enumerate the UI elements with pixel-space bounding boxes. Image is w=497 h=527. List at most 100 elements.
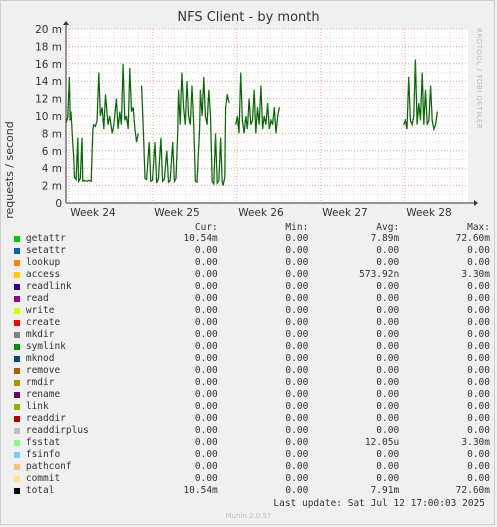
legend-min-readdir: 0.00	[285, 413, 309, 424]
y-tick-label: 18 m	[35, 41, 62, 53]
legend-header-cur: Cur:	[194, 222, 218, 233]
legend-swatch-setattr	[14, 247, 20, 254]
legend-max-symlink: 0.00	[467, 341, 490, 352]
legend-swatch-read	[14, 295, 20, 302]
legend-min-getattr: 0.00	[285, 233, 309, 244]
legend-swatch-mknod	[14, 355, 20, 362]
y-tick-label: 2 m	[42, 181, 62, 193]
legend-max-rmdir: 0.00	[467, 377, 490, 388]
legend-min-access: 0.00	[285, 269, 309, 280]
legend-avg-mkdir: 0.00	[376, 329, 400, 340]
legend-min-symlink: 0.00	[285, 341, 309, 352]
legend-row-link: link 0.00 0.00 0.00 0.00	[10, 401, 490, 413]
legend-row-readdir: readdir 0.00 0.00 0.00 0.00	[10, 413, 490, 425]
legend-row-getattr: getattr 10.54m 0.00 7.89m 72.60m	[10, 233, 490, 245]
legend-avg-create: 0.00	[376, 317, 400, 328]
x-axis-arrow	[474, 200, 478, 206]
legend-name-setattr: setattr	[25, 245, 66, 256]
legend-avg-setattr: 0.00	[376, 245, 400, 256]
legend-min-read: 0.00	[285, 293, 309, 304]
legend-max-readlink: 0.00	[467, 281, 490, 292]
legend-name-read: read	[25, 293, 49, 304]
legend-row-read: read 0.00 0.00 0.00 0.00	[10, 293, 490, 305]
legend-min-total: 0.00	[285, 485, 309, 496]
legend-avg-readdirplus: 0.00	[376, 425, 400, 436]
legend-cur-readdir: 0.00	[194, 413, 218, 424]
legend-name-fsstat: fsstat	[25, 437, 61, 448]
legend-cur-total: 10.54m	[183, 485, 218, 496]
last-update: Last update: Sat Jul 12 17:00:03 2025	[273, 498, 485, 509]
legend-avg-commit: 0.00	[376, 473, 400, 484]
legend-name-commit: commit	[25, 473, 61, 484]
legend-avg-readdir: 0.00	[376, 413, 400, 424]
legend-name-readdirplus: readdirplus	[25, 425, 89, 436]
legend-name-link: link	[25, 401, 49, 412]
legend-cur-readlink: 0.00	[194, 281, 218, 292]
legend-max-setattr: 0.00	[467, 245, 490, 256]
x-tick-labels: Week 24 Week 25 Week 26 Week 27 Week 28	[70, 207, 451, 219]
legend-swatch-readdirplus	[14, 427, 20, 434]
legend-header-avg: Avg:	[376, 222, 400, 233]
legend-max-read: 0.00	[467, 293, 490, 304]
legend-cur-fsinfo: 0.00	[194, 449, 218, 460]
legend-min-create: 0.00	[285, 317, 309, 328]
legend-name-getattr: getattr	[25, 233, 66, 244]
legend-min-rename: 0.00	[285, 389, 309, 400]
legend-swatch-create	[14, 319, 20, 326]
legend-avg-getattr: 7.89m	[370, 233, 400, 244]
y-tick-label: 4 m	[42, 163, 62, 175]
legend-swatch-commit	[14, 475, 20, 482]
legend-row-access: access 0.00 0.00 573.92n 3.30m	[10, 269, 490, 281]
legend-max-access: 3.30m	[461, 269, 490, 280]
x-tick-label: Week 27	[322, 207, 367, 219]
legend-max-remove: 0.00	[467, 365, 490, 376]
y-tick-label: 0	[55, 198, 62, 210]
legend-swatch-readlink	[14, 283, 20, 290]
legend-name-pathconf: pathconf	[25, 461, 72, 472]
legend-min-lookup: 0.00	[285, 257, 309, 268]
y-tick-label: 12 m	[35, 94, 62, 106]
legend-table: Cur: Min: Avg: Max: getattr 10.54m 0.00 7.8…	[10, 222, 490, 497]
legend-row-lookup: lookup 0.00 0.00 0.00 0.00	[10, 257, 490, 269]
legend-row-commit: commit 0.00 0.00 0.00 0.00	[10, 473, 490, 485]
legend-name-total: total	[25, 485, 55, 496]
legend-row-total: total 10.54m 0.00 7.91m 72.60m	[10, 485, 490, 497]
legend-name-readdir: readdir	[25, 413, 66, 424]
legend-avg-read: 0.00	[376, 293, 400, 304]
legend-swatch-link	[14, 403, 20, 410]
legend-cur-getattr: 10.54m	[183, 233, 218, 244]
legend-cur-mknod: 0.00	[194, 353, 218, 364]
y-tick-label: 10 m	[35, 111, 62, 123]
legend-row-readdirplus: readdirplus 0.00 0.00 0.00 0.00	[10, 425, 490, 437]
legend-cur-create: 0.00	[194, 317, 218, 328]
legend-min-fsstat: 0.00	[285, 437, 309, 448]
legend-cur-write: 0.00	[194, 305, 218, 316]
legend-swatch-rmdir	[14, 379, 20, 386]
legend-avg-readlink: 0.00	[376, 281, 400, 292]
legend-min-commit: 0.00	[285, 473, 309, 484]
legend-cur-remove: 0.00	[194, 365, 218, 376]
legend-swatch-readdir	[14, 415, 20, 422]
chart-canvas: 0 2 m 4 m 6 m 8 m 10 m 12 m 14 m 16 m 18 m 20 m We…	[35, 21, 478, 219]
y-tick-label: 16 m	[35, 59, 62, 71]
legend-max-total: 72.60m	[455, 485, 490, 496]
legend-min-rmdir: 0.00	[285, 377, 309, 388]
y-axis-arrow	[63, 21, 69, 25]
legend-avg-total: 7.91m	[370, 485, 400, 496]
legend-row-remove: remove 0.00 0.00 0.00 0.00	[10, 365, 490, 377]
legend-avg-rename: 0.00	[376, 389, 400, 400]
legend-swatch-access	[14, 271, 20, 278]
legend-row-mkdir: mkdir 0.00 0.00 0.00 0.00	[10, 329, 490, 341]
legend-max-write: 0.00	[467, 305, 490, 316]
legend-swatch-total	[14, 487, 20, 494]
y-tick-labels: 0 2 m 4 m 6 m 8 m 10 m 12 m 14 m 16 m 18 m 20 m	[35, 24, 62, 210]
legend-name-remove: remove	[25, 365, 61, 376]
munin-version-footer: Munin 2.0.57	[225, 512, 272, 520]
legend-avg-pathconf: 0.00	[376, 461, 400, 472]
legend-max-commit: 0.00	[467, 473, 490, 484]
legend-row-fsstat: fsstat 0.00 0.00 12.05u 3.30m	[10, 437, 490, 449]
legend-min-mknod: 0.00	[285, 353, 309, 364]
legend-swatch-symlink	[14, 343, 20, 350]
legend-swatch-lookup	[14, 259, 20, 266]
legend-min-readdirplus: 0.00	[285, 425, 309, 436]
